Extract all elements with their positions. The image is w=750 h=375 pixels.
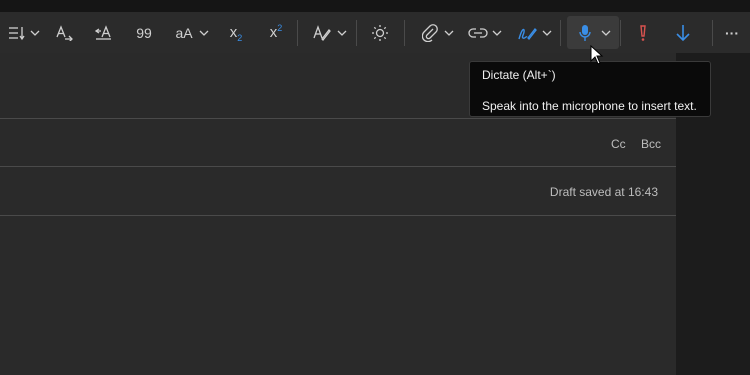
case-chevron-down-icon[interactable]	[199, 12, 209, 53]
list-chevron-down-icon[interactable]	[30, 12, 40, 53]
tooltip-description: Speak into the microphone to insert text…	[482, 99, 697, 113]
text-direction-icon[interactable]	[52, 12, 76, 53]
subscript-2: 2	[237, 32, 243, 43]
toolbar-separator	[404, 20, 405, 46]
list-indent-icon[interactable]	[4, 12, 28, 53]
divider	[0, 166, 676, 167]
divider	[0, 118, 676, 119]
attach-chevron-down-icon[interactable]	[444, 12, 454, 53]
exclamation-icon[interactable]	[631, 12, 655, 53]
signature-pen-icon[interactable]	[515, 12, 539, 53]
line-spacing-icon[interactable]	[92, 12, 116, 53]
cc-button[interactable]: Cc	[611, 137, 626, 151]
quote-label: 99	[136, 24, 152, 41]
bcc-button[interactable]: Bcc	[641, 137, 661, 151]
more-label: ···	[725, 24, 739, 41]
superscript-icon[interactable]: x2	[264, 12, 288, 53]
superscript-2: 2	[277, 22, 283, 33]
window-top-strip	[0, 0, 750, 12]
change-case-button[interactable]: aA	[172, 12, 196, 53]
toolbar-separator	[712, 20, 713, 46]
link-chevron-down-icon[interactable]	[492, 12, 502, 53]
draft-status: Draft saved at 16:43	[549, 185, 658, 199]
quote-button[interactable]: 99	[132, 12, 156, 53]
paperclip-icon[interactable]	[418, 12, 442, 53]
pen-style-icon[interactable]	[310, 12, 334, 53]
toolbar-separator	[620, 20, 621, 46]
format-toolbar: 99 aA x2 x2 ···	[0, 12, 750, 53]
change-case-label: aA	[175, 24, 193, 41]
signature-chevron-down-icon[interactable]	[542, 12, 552, 53]
sun-icon[interactable]	[368, 12, 392, 53]
tooltip-title: Dictate (Alt+`)	[482, 68, 556, 82]
toolbar-separator	[297, 20, 298, 46]
ellipsis-icon[interactable]: ···	[720, 12, 744, 53]
toolbar-separator	[560, 20, 561, 46]
subscript-icon[interactable]: x2	[224, 12, 248, 53]
subscript-x: x	[229, 24, 238, 41]
link-icon[interactable]	[466, 12, 490, 53]
divider	[0, 215, 676, 216]
arrow-down-icon[interactable]	[671, 12, 695, 53]
styles-chevron-down-icon[interactable]	[337, 12, 347, 53]
mouse-pointer-icon	[590, 44, 604, 70]
superscript-x: x	[269, 24, 278, 41]
toolbar-separator	[356, 20, 357, 46]
